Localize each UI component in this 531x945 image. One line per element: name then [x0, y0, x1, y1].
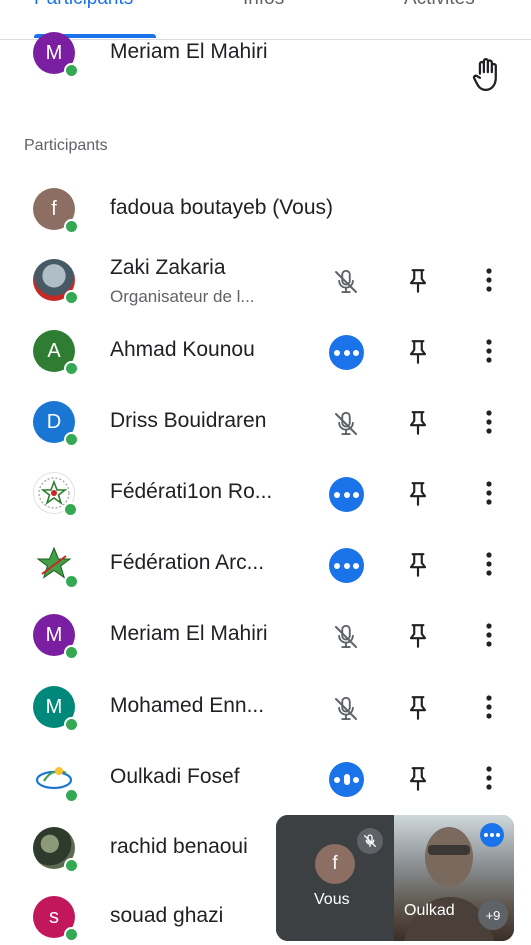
more-options-icon[interactable] [474, 336, 504, 366]
pin-icon[interactable] [402, 265, 434, 297]
speaking-indicator-icon [329, 548, 364, 583]
mic-muted-icon[interactable] [329, 620, 363, 654]
participant-row[interactable]: M Mohamed Enn... [0, 672, 531, 742]
pin-icon[interactable] [402, 692, 434, 724]
speaking-indicator-icon [329, 477, 364, 512]
participant-name: Zaki Zakaria [110, 256, 226, 279]
mic-muted-icon[interactable] [329, 692, 363, 726]
participant-name: Fédération Arc... [110, 551, 265, 574]
more-participants-badge[interactable]: +9 [478, 900, 508, 930]
avatar: M [33, 686, 79, 732]
online-indicator [64, 717, 79, 732]
participant-name: rachid benaoui [110, 835, 248, 858]
online-indicator [64, 645, 79, 660]
pin-icon[interactable] [402, 549, 434, 581]
federation-logo-icon [33, 472, 78, 517]
online-indicator [64, 219, 79, 234]
online-indicator [64, 858, 79, 873]
participant-row[interactable]: M Meriam El Mahiri [0, 600, 531, 670]
speaking-indicator-icon [329, 335, 364, 370]
tab-activites[interactable]: Activités [404, 0, 475, 10]
raised-hand-icon[interactable] [470, 56, 504, 94]
avatar: f [33, 188, 79, 234]
pin-icon[interactable] [402, 478, 434, 510]
participant-row[interactable]: D Driss Bouidraren [0, 387, 531, 457]
participant-name: Meriam El Mahiri [110, 622, 268, 645]
avatar: M [33, 32, 79, 78]
more-options-icon[interactable] [474, 692, 504, 722]
online-indicator [63, 502, 78, 517]
pip-overlay[interactable]: f Vous Oulkad +9 [276, 815, 514, 941]
online-indicator [64, 927, 79, 942]
pip-remote-label: Oulkad [404, 902, 455, 919]
pip-self-avatar: f [315, 844, 355, 884]
pin-icon[interactable] [402, 336, 434, 368]
participant-row[interactable]: A Ahmad Kounou [0, 316, 531, 386]
pip-remote-tile[interactable]: Oulkad +9 [394, 815, 514, 941]
online-indicator [64, 63, 79, 78]
speaking-indicator-icon [480, 823, 504, 847]
more-options-icon[interactable] [474, 407, 504, 437]
avatar-photo [33, 259, 79, 305]
online-indicator [64, 290, 79, 305]
avatar: A [33, 330, 79, 376]
raised-hand-row[interactable]: M Meriam El Mahiri [0, 18, 531, 92]
more-options-icon[interactable] [474, 620, 504, 650]
federation-logo-icon [33, 757, 79, 803]
section-label: Participants [24, 137, 108, 154]
pip-self-tile[interactable]: f Vous [276, 815, 394, 941]
participant-name: Mohamed Enn... [110, 694, 265, 717]
participant-name: souad ghazi [110, 904, 224, 927]
participant-row[interactable]: Zaki Zakaria Organisateur de l... [0, 245, 531, 315]
tab-infos[interactable]: Infos [243, 0, 284, 10]
online-indicator [64, 361, 79, 376]
pin-icon[interactable] [402, 620, 434, 652]
more-options-icon[interactable] [474, 763, 504, 793]
more-options-icon[interactable] [474, 549, 504, 579]
participant-row[interactable]: Fédérati1on Ro... [0, 458, 531, 528]
avatar-photo [33, 827, 79, 873]
avatar: D [33, 401, 79, 447]
mic-muted-icon [357, 828, 383, 854]
participant-name: Oulkadi Fosef [110, 765, 240, 788]
pin-icon[interactable] [402, 407, 434, 439]
more-options-icon[interactable] [474, 265, 504, 295]
participant-row[interactable]: Fédération Arc... [0, 529, 531, 599]
tab-participants[interactable]: Participants [34, 0, 133, 10]
participant-row[interactable]: f fadoua boutayeb (Vous) [0, 174, 531, 244]
participant-name: fadoua boutayeb (Vous) [110, 196, 334, 219]
avatar: s [33, 896, 79, 942]
participant-name: Meriam El Mahiri [110, 40, 268, 63]
pip-self-label: Vous [314, 891, 350, 908]
participant-name: Fédérati1on Ro... [110, 480, 273, 503]
online-indicator [64, 788, 79, 803]
online-indicator [64, 574, 79, 589]
speaking-indicator-icon [329, 762, 364, 797]
participant-name: Driss Bouidraren [110, 409, 267, 432]
participant-row[interactable]: Oulkadi Fosef [0, 743, 531, 813]
mic-muted-icon[interactable] [329, 407, 363, 441]
avatar: M [33, 614, 79, 660]
online-indicator [64, 432, 79, 447]
federation-logo-icon [33, 543, 79, 589]
mic-muted-icon[interactable] [329, 265, 363, 299]
more-options-icon[interactable] [474, 478, 504, 508]
pin-icon[interactable] [402, 763, 434, 795]
participant-name: Ahmad Kounou [110, 338, 255, 361]
participant-role: Organisateur de l... [110, 287, 255, 306]
